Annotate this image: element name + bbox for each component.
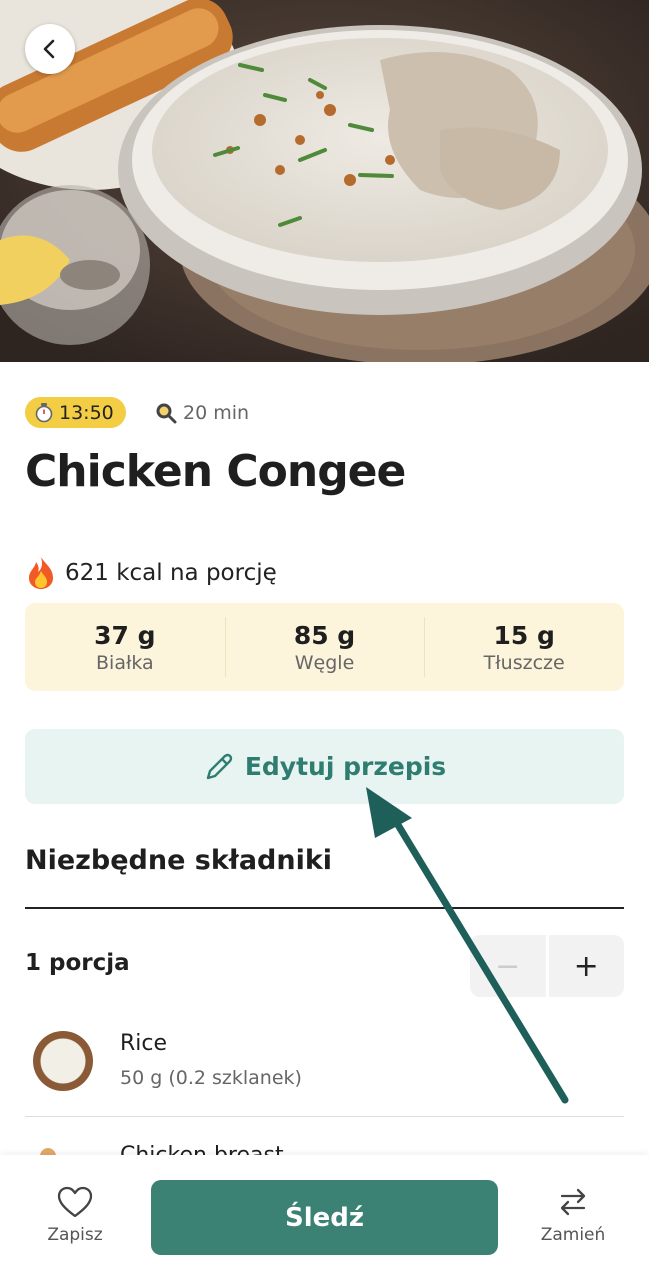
hero-image [0,0,649,362]
ingredient-item[interactable]: Rice 50 g (0.2 szklanek) [25,1025,624,1115]
ingredient-quantity: 50 g (0.2 szklanek) [120,1067,302,1089]
back-button[interactable] [25,24,75,74]
swap-arrows-icon [560,1188,586,1216]
cook-time-text: 20 min [183,402,250,424]
edit-recipe-label: Edytuj przepis [244,752,447,781]
macro-value: 37 g [94,620,156,650]
calories: 621 kcal na porcję [25,555,277,591]
bottom-action-bar: Zapisz Śledź Zamień [0,1155,649,1280]
portion-stepper: − + [470,935,624,997]
fire-icon [29,557,53,589]
time-badge: 13:50 [25,397,126,428]
stopwatch-icon [35,402,53,422]
macros-panel: 37 g Białka 85 g Węgle 15 g Tłuszcze [25,603,624,691]
congee-photo [0,0,649,362]
section-divider [25,907,624,909]
cook-time: 20 min [155,399,249,427]
decrease-portion-button[interactable]: − [470,935,546,997]
macro-carbs: 85 g Węgle [224,603,425,691]
macro-fat: 15 g Tłuszcze [424,603,624,691]
macro-label: Białka [96,651,154,674]
ingredient-name: Rice [120,1031,168,1056]
pencil-icon [206,753,233,779]
increase-portion-button[interactable]: + [548,935,624,997]
pan-icon [156,403,177,424]
macro-label: Tłuszcze [483,651,565,674]
heart-icon [57,1186,93,1218]
macro-protein: 37 g Białka [25,603,225,691]
recipe-title: Chicken Congee [25,446,406,497]
save-button[interactable]: Zapisz [25,1185,125,1245]
back-chevron-icon [43,39,55,59]
edit-recipe-button[interactable]: Edytuj przepis [25,729,624,804]
ingredients-heading: Niezbędne składniki [25,845,333,876]
swap-label: Zamień [540,1225,606,1245]
save-label: Zapisz [47,1225,103,1245]
macro-value: 85 g [293,620,356,650]
track-button[interactable]: Śledź [151,1180,498,1255]
macro-label: Węgle [294,651,355,674]
time-text: 13:50 [59,401,114,424]
portion-label: 1 porcja [25,950,130,976]
rice-thumbnail [33,1031,93,1091]
kcal-text: 621 kcal na porcję [65,560,277,586]
swap-button[interactable]: Zamień [523,1185,623,1245]
macro-value: 15 g [493,620,555,650]
ingredient-divider [25,1116,624,1117]
